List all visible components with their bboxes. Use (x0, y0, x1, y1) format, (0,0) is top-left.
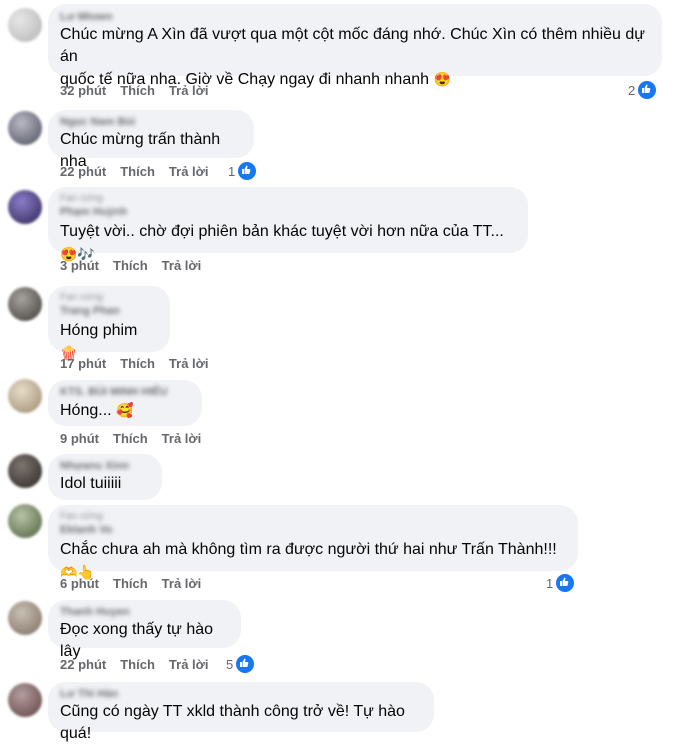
comment-bubble: Nhựanu Xinn Idol tuiiiii (48, 454, 162, 500)
timestamp[interactable]: 3 phút (60, 258, 99, 273)
comment-bubble: Ngọc Nam Bùi Chúc mừng trấn thành nha (48, 110, 254, 170)
reply-action[interactable]: Trả lời (169, 356, 209, 371)
reply-action[interactable]: Trả lời (169, 83, 209, 98)
avatar[interactable] (8, 683, 42, 717)
comment-text: Cũng có ngày TT xkld thành công trở về! … (60, 703, 405, 742)
reaction-count[interactable]: 2 (628, 80, 658, 100)
like-thumb-icon (555, 573, 576, 593)
timestamp[interactable]: 6 phút (60, 576, 99, 591)
comment-bubble: Thanh Huyen Đọc xong thấy tự hào lây (48, 600, 241, 660)
reply-action[interactable]: Trả lời (162, 431, 202, 446)
comment-actions: 9 phút Thích Trả lời (60, 431, 215, 446)
comment-text: Hóng... 🥰 (60, 402, 134, 419)
like-action[interactable]: Thích (120, 83, 155, 98)
reaction-count[interactable]: 5 (226, 654, 256, 674)
comment-bubble: KTS. BÙI MINH HIẾU Hóng... 🥰 (48, 380, 202, 426)
comment-actions: 6 phút Thích Trả lời (60, 576, 215, 591)
like-thumb-icon (235, 654, 256, 674)
emoji: 😍 (433, 71, 451, 87)
commenter-name[interactable]: Eklanh Vo (60, 523, 566, 537)
comment-actions: 17 phút Thích Trả lời (60, 356, 223, 371)
comment-bubble: Lư Mtown Chúc mừng A Xìn đã vượt qua một… (48, 4, 662, 88)
like-action[interactable]: Thích (120, 356, 155, 371)
reaction-count[interactable]: 1 (228, 161, 258, 181)
comment-text: Chúc mừng A Xìn đã vượt qua một cột mốc … (60, 26, 645, 88)
avatar[interactable] (8, 111, 42, 145)
comment-actions: 3 phút Thích Trả lời (60, 258, 215, 273)
emoji: 🥰 (116, 402, 134, 418)
comment-text: Idol tuiiiii (60, 475, 122, 492)
comment-actions: 32 phút Thích Trả lời (60, 83, 223, 98)
reply-action[interactable]: Trả lời (162, 576, 202, 591)
timestamp[interactable]: 17 phút (60, 356, 106, 371)
reaction-count[interactable]: 1 (546, 573, 576, 593)
commenter-name[interactable]: KTS. BÙI MINH HIẾU (60, 385, 190, 399)
comment-actions: 22 phút Thích Trả lời (60, 657, 223, 672)
comment-bubble: Fan cứng Eklanh Vo Chắc chưa ah mà không… (48, 505, 578, 580)
avatar[interactable] (8, 8, 42, 42)
avatar[interactable] (8, 379, 42, 413)
avatar[interactable] (8, 504, 42, 538)
avatar[interactable] (8, 454, 42, 488)
like-action[interactable]: Thích (120, 657, 155, 672)
like-thumb-icon (237, 161, 258, 181)
commenter-name[interactable]: Ngọc Nam Bùi (60, 115, 242, 129)
comment-bubble: Fan cứng Phạm Huỳnh Tuyệt vời.. chờ đợi … (48, 187, 528, 262)
fan-badge: Fan cứng (60, 193, 103, 204)
commenter-name[interactable]: Nhựanu Xinn (60, 459, 150, 473)
like-action[interactable]: Thích (113, 258, 148, 273)
like-action[interactable]: Thích (113, 576, 148, 591)
comment-actions: 22 phút Thích Trả lời (60, 164, 223, 179)
commenter-name[interactable]: Phạm Huỳnh (60, 205, 516, 219)
commenter-name[interactable]: Lư Mtown (60, 10, 650, 24)
reply-action[interactable]: Trả lời (169, 164, 209, 179)
commenter-name[interactable]: Trang Phan (60, 304, 158, 318)
fan-badge: Fan cứng (60, 511, 103, 522)
reply-action[interactable]: Trả lời (169, 657, 209, 672)
timestamp[interactable]: 22 phút (60, 164, 106, 179)
avatar[interactable] (8, 190, 42, 224)
avatar[interactable] (8, 601, 42, 635)
reply-action[interactable]: Trả lời (162, 258, 202, 273)
like-action[interactable]: Thích (120, 164, 155, 179)
avatar[interactable] (8, 287, 42, 321)
like-thumb-icon (637, 80, 658, 100)
comment-bubble: Fan cứng Trang Phan Hóng phim 🍿 (48, 286, 170, 361)
timestamp[interactable]: 32 phút (60, 83, 106, 98)
commenter-name[interactable]: Thanh Huyen (60, 605, 229, 619)
timestamp[interactable]: 9 phút (60, 431, 99, 446)
commenter-name[interactable]: Lư Thi Hàn (60, 687, 422, 701)
like-action[interactable]: Thích (113, 431, 148, 446)
fan-badge: Fan cứng (60, 292, 103, 303)
timestamp[interactable]: 22 phút (60, 657, 106, 672)
comment-bubble: Lư Thi Hàn Cũng có ngày TT xkld thành cô… (48, 682, 434, 742)
